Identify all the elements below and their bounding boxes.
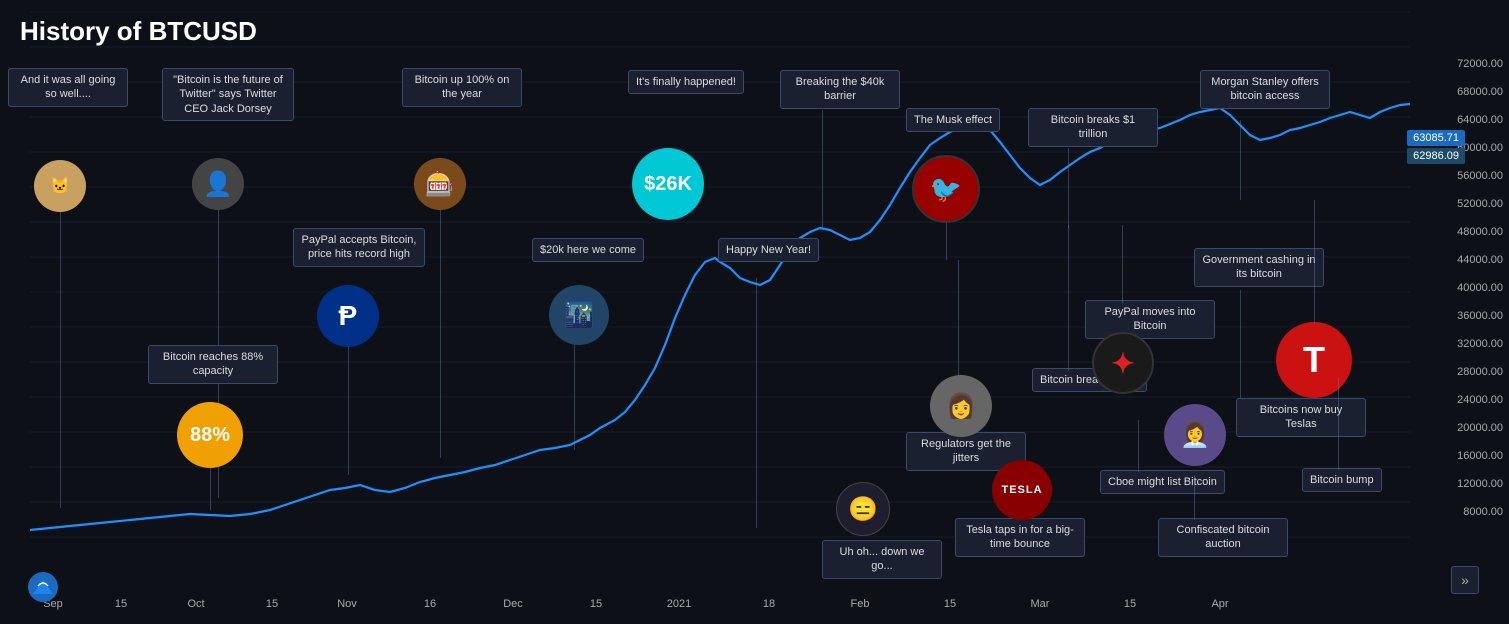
- x-label-feb: Feb: [851, 598, 870, 610]
- x-label-15c: 15: [590, 598, 602, 610]
- x-label-15a: 15: [115, 598, 127, 610]
- y-label-12000: 12000.00: [1457, 478, 1503, 490]
- x-label-15d: 15: [944, 598, 956, 610]
- x-label-mar: Mar: [1031, 598, 1050, 610]
- y-label-48000: 48000.00: [1457, 226, 1503, 238]
- x-label-16: 16: [424, 598, 436, 610]
- y-label-20000: 20000.00: [1457, 422, 1503, 434]
- nav-arrow-forward[interactable]: »: [1451, 566, 1479, 594]
- y-label-64000: 64000.00: [1457, 114, 1503, 126]
- y-label-44000: 44000.00: [1457, 254, 1503, 266]
- x-label-apr: Apr: [1211, 598, 1228, 610]
- y-label-40000: 40000.00: [1457, 282, 1503, 294]
- x-label-dec: Dec: [503, 598, 523, 610]
- y-label-36000: 36000.00: [1457, 310, 1503, 322]
- y-label-16000: 16000.00: [1457, 450, 1503, 462]
- chart-container: History of BTCUSD 72000.00 68000.00 6400…: [0, 0, 1509, 624]
- y-label-8000: 8000.00: [1463, 506, 1503, 518]
- x-label-18: 18: [763, 598, 775, 610]
- price-chart: [0, 0, 1440, 590]
- y-label-52000: 52000.00: [1457, 198, 1503, 210]
- x-label-15b: 15: [266, 598, 278, 610]
- y-label-72000: 72000.00: [1457, 58, 1503, 70]
- y-label-28000: 28000.00: [1457, 366, 1503, 378]
- price-badge-high: 63085.71: [1407, 130, 1465, 146]
- watermark-logo: [28, 572, 58, 602]
- y-label-32000: 32000.00: [1457, 338, 1503, 350]
- price-badge-low: 62986.09: [1407, 148, 1465, 164]
- x-label-2021: 2021: [667, 598, 691, 610]
- x-label-nov: Nov: [337, 598, 357, 610]
- x-label-oct: Oct: [187, 598, 204, 610]
- y-label-68000: 68000.00: [1457, 86, 1503, 98]
- x-label-15e: 15: [1124, 598, 1136, 610]
- y-label-56000: 56000.00: [1457, 170, 1503, 182]
- y-label-24000: 24000.00: [1457, 394, 1503, 406]
